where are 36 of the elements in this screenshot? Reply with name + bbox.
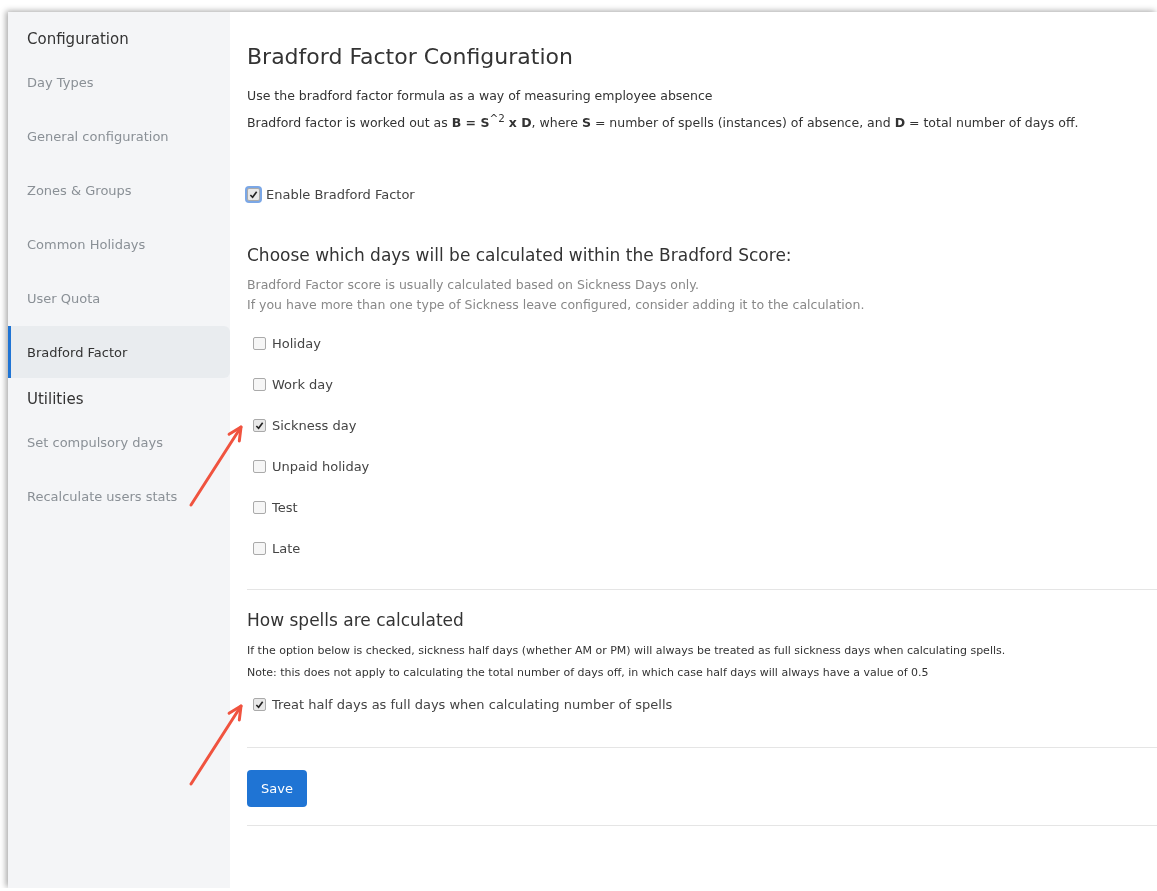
checkbox-label: Late (272, 541, 301, 557)
checkbox[interactable] (253, 419, 266, 433)
checkbox[interactable] (247, 188, 260, 202)
sidebar-item[interactable]: Recalculate users stats (8, 470, 230, 522)
checkbox-label: Enable Bradford Factor (266, 187, 415, 203)
checkbox[interactable] (253, 378, 266, 392)
checkbox-label: Unpaid holiday (272, 459, 370, 475)
checkbox-label: Work day (272, 377, 333, 393)
help-text: If the option below is checked, sickness half days (whether AM or PM) will always be treated as full sickness days when calculating spells. (247, 643, 1007, 660)
checkbox-label: Sickness day (272, 418, 357, 434)
sidebar-item[interactable]: User Quota (8, 272, 230, 324)
sidebar-item[interactable]: Day Types (8, 56, 230, 108)
sidebar-heading: Configuration (26, 29, 130, 50)
section-heading: Choose which days will be calculated within the Bradford Score: (247, 245, 793, 266)
help-text: If you have more than one type of Sickness leave configured, consider adding it to the calculation. (247, 296, 866, 315)
sidebar-item[interactable]: Common Holidays (8, 218, 230, 270)
checkbox-label: Treat half days as full days when calculating number of spells (272, 697, 673, 713)
checkbox[interactable] (253, 501, 266, 515)
checkbox[interactable] (253, 460, 266, 474)
sidebar-heading: Utilities (26, 389, 85, 410)
save-button[interactable]: Save (247, 770, 307, 808)
checkbox[interactable] (253, 542, 266, 556)
help-text: Bradford Factor score is usually calculated based on Sickness Days only. (247, 276, 700, 295)
help-text: Note: this does not apply to calculating the total number of days off, in which case half days will always have a value of 0.5 (247, 665, 930, 682)
sidebar-item[interactable]: Set compulsory days (8, 416, 230, 468)
checkbox-label: Holiday (272, 336, 321, 352)
section-heading: How spells are calculated (247, 610, 465, 631)
checkbox-label: Test (272, 500, 298, 516)
checkbox[interactable] (253, 337, 266, 351)
sidebar-item[interactable]: Zones & Groups (8, 164, 230, 216)
checkbox[interactable] (253, 698, 266, 712)
intro-text: Use the bradford factor formula as a way of measuring employee absence (247, 87, 714, 105)
page-title: Bradford Factor Configuration (247, 44, 574, 69)
sidebar-item[interactable]: Bradford Factor (8, 326, 230, 378)
intro-text: Bradford factor is worked out as B = S$^{^2}$ x D, where S = number of spells (instances) of absence, and D = total number of days off. (247, 111, 1080, 133)
sidebar-item[interactable]: General configuration (8, 110, 230, 162)
